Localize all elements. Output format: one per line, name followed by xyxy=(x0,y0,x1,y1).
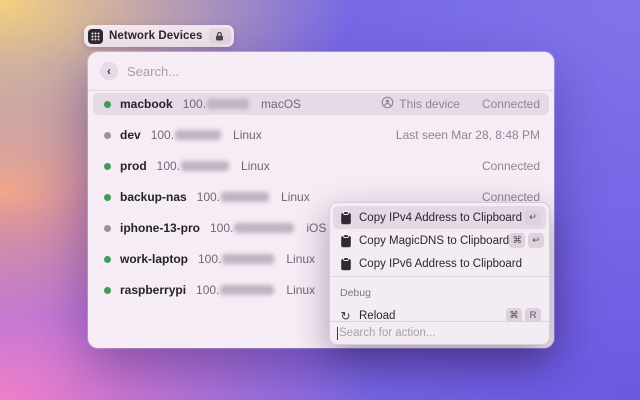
clipboard-icon xyxy=(339,234,352,248)
device-os: macOS xyxy=(261,97,301,111)
key-badge: ⌘ xyxy=(509,233,525,248)
status-dot xyxy=(104,287,111,294)
device-name: iphone-13-pro xyxy=(120,221,200,235)
command-badge-label: Network Devices xyxy=(109,30,203,42)
redacted-ip-blur xyxy=(222,254,274,264)
device-ip-prefix: 100. xyxy=(197,190,220,204)
status-dot xyxy=(104,132,111,139)
redacted-ip-blur xyxy=(207,99,249,109)
action-search-input[interactable]: Search for action... xyxy=(339,327,436,339)
reload-icon: ↻ xyxy=(339,310,352,322)
device-name: prod xyxy=(120,159,147,173)
menu-item-label: Reload xyxy=(359,310,395,322)
menu-item-copy-ipv4-address-to-clipboard[interactable]: Copy IPv4 Address to Clipboard↵ xyxy=(333,206,546,229)
device-ip-prefix: 100. xyxy=(210,221,233,235)
device-name: macbook xyxy=(120,97,173,111)
accessory: Connected xyxy=(482,97,540,111)
device-os: Linux xyxy=(233,128,262,142)
status-dot xyxy=(104,256,111,263)
device-name: backup-nas xyxy=(120,190,187,204)
menu-item-copy-ipv6-address-to-clipboard[interactable]: Copy IPv6 Address to Clipboard xyxy=(333,252,546,275)
command-badge[interactable]: Network Devices xyxy=(84,25,234,47)
device-row-dev[interactable]: dev 100. Linux Last seen Mar 28, 8:48 PM xyxy=(93,124,549,146)
clipboard-icon xyxy=(339,257,352,271)
redacted-ip-blur xyxy=(221,192,269,202)
device-os: iOS xyxy=(306,221,326,235)
key-badge: ↵ xyxy=(525,210,541,225)
redacted-ip-blur xyxy=(181,161,229,171)
menu-item-label: Copy IPv6 Address to Clipboard xyxy=(359,258,522,270)
device-ip-prefix: 100. xyxy=(183,97,206,111)
device-row-prod[interactable]: prod 100. Linux Connected xyxy=(93,155,549,177)
status-dot xyxy=(104,194,111,201)
status-dot xyxy=(104,225,111,232)
action-menu-popup: Copy IPv4 Address to Clipboard↵Copy Magi… xyxy=(329,202,550,345)
status-dot xyxy=(104,163,111,170)
device-ip: 100. xyxy=(197,190,269,204)
shortcut-keys: ↵ xyxy=(525,210,541,225)
status-dot xyxy=(104,101,111,108)
redacted-ip-blur xyxy=(234,223,294,233)
grid-icon xyxy=(88,29,103,44)
device-ip: 100. xyxy=(198,252,274,266)
accessory-label: This device xyxy=(399,97,460,111)
desktop-background: Network Devices ‹ Search... macbook100.m… xyxy=(0,0,640,400)
menu-item-copy-magicdns-to-clipboard[interactable]: Copy MagicDNS to Clipboard⌘↵ xyxy=(333,229,546,252)
device-ip: 100. xyxy=(196,283,274,297)
menu-item-label: Copy MagicDNS to Clipboard xyxy=(359,235,509,247)
accessory-label: Connected xyxy=(482,159,540,173)
accessory: Connected xyxy=(482,159,540,173)
device-ip: 100. xyxy=(151,128,221,142)
row-accessories: Connected xyxy=(482,159,540,173)
accessory-label: Last seen Mar 28, 8:48 PM xyxy=(396,128,540,142)
device-ip-prefix: 100. xyxy=(196,283,219,297)
debug-section-label: Debug xyxy=(340,287,371,299)
accessory-label: Connected xyxy=(482,97,540,111)
search-input[interactable]: Search... xyxy=(127,64,179,79)
accessory: Last seen Mar 28, 8:48 PM xyxy=(396,128,540,142)
device-name: raspberrypi xyxy=(120,283,186,297)
lock-icon xyxy=(209,28,231,44)
key-badge: ↵ xyxy=(528,233,544,248)
device-name: dev xyxy=(120,128,141,142)
row-accessories: This device Connected xyxy=(381,96,540,112)
device-ip: 100. xyxy=(157,159,229,173)
redacted-ip-blur xyxy=(220,285,274,295)
row-accessories: Last seen Mar 28, 8:48 PM xyxy=(396,128,540,142)
device-ip: 100. xyxy=(210,221,294,235)
menu-separator xyxy=(330,276,549,277)
device-row-macbook[interactable]: macbook 100. macOS This device Connected xyxy=(93,93,549,115)
device-ip-prefix: 100. xyxy=(157,159,180,173)
menu-item-label: Copy IPv4 Address to Clipboard xyxy=(359,212,522,224)
accessory: This device xyxy=(381,96,460,112)
clipboard-icon xyxy=(339,211,352,225)
redacted-ip-blur xyxy=(175,130,221,140)
back-button[interactable]: ‹ xyxy=(100,62,118,80)
text-caret xyxy=(337,327,338,340)
device-name: work-laptop xyxy=(120,252,188,266)
device-os: Linux xyxy=(286,252,315,266)
device-ip-prefix: 100. xyxy=(151,128,174,142)
device-ip-prefix: 100. xyxy=(198,252,221,266)
window-header: ‹ Search... xyxy=(88,52,554,91)
device-os: Linux xyxy=(241,159,270,173)
person-circle-icon xyxy=(381,96,394,112)
device-os: Linux xyxy=(286,283,315,297)
shortcut-keys: ⌘↵ xyxy=(509,233,544,248)
action-search-bar[interactable]: Search for action... xyxy=(330,321,549,344)
device-ip: 100. xyxy=(183,97,249,111)
device-os: Linux xyxy=(281,190,310,204)
